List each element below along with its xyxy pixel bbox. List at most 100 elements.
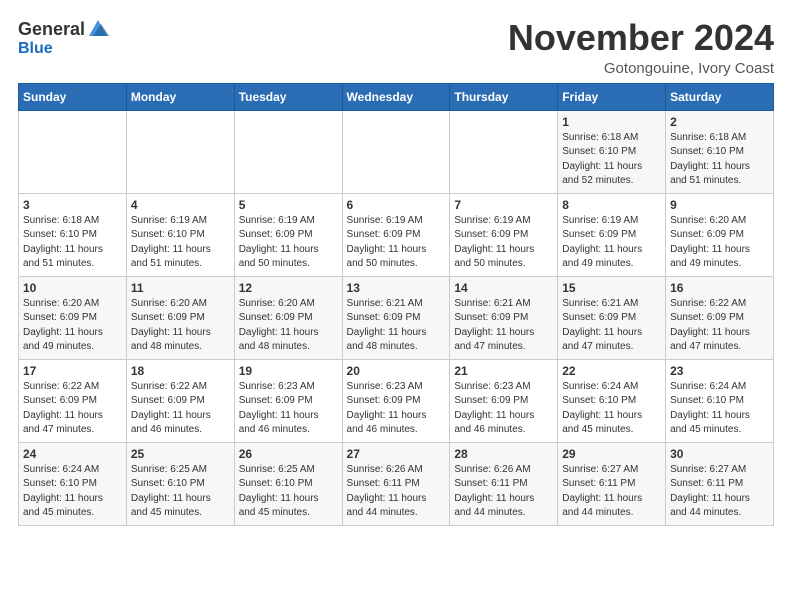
calendar-cell: 19 Sunrise: 6:23 AM Sunset: 6:09 PM Dayli… [234,359,342,442]
calendar-cell [450,110,558,193]
day-number: 28 [454,447,553,461]
logo-blue-text: Blue [18,40,53,57]
logo-general-text: General [18,19,85,40]
calendar-cell: 2 Sunrise: 6:18 AM Sunset: 6:10 PM Daylig… [666,110,774,193]
weekday-header: Friday [558,83,666,110]
day-number: 29 [562,447,661,461]
calendar-cell: 14 Sunrise: 6:21 AM Sunset: 6:09 PM Dayli… [450,276,558,359]
day-number: 25 [131,447,230,461]
day-number: 2 [670,115,769,129]
day-info: Sunrise: 6:24 AM Sunset: 6:10 PM Dayligh… [670,380,769,438]
calendar-cell: 8 Sunrise: 6:19 AM Sunset: 6:09 PM Daylig… [558,193,666,276]
calendar-cell [126,110,234,193]
calendar-cell: 10Sunrise: 6:20 AM Sunset: 6:09 PM Dayli… [19,276,127,359]
day-number: 16 [670,281,769,295]
day-number: 22 [562,364,661,378]
calendar-page: General Blue November 2024 Gotongouine, … [0,0,792,536]
calendar-cell: 20 Sunrise: 6:23 AM Sunset: 6:09 PM Dayli… [342,359,450,442]
weekday-header: Saturday [666,83,774,110]
calendar-cell: 25Sunrise: 6:25 AM Sunset: 6:10 PM Dayli… [126,442,234,525]
day-number: 5 [239,198,338,212]
day-info: Sunrise: 6:20 AM Sunset: 6:09 PM Dayligh… [239,297,338,355]
day-number: 27 [347,447,446,461]
day-number: 15 [562,281,661,295]
day-info: Sunrise: 6:18 AM Sunset: 6:10 PM Dayligh… [562,131,661,189]
day-info: Sunrise: 6:23 AM Sunset: 6:09 PM Dayligh… [454,380,553,438]
day-info: Sunrise: 6:21 AM Sunset: 6:09 PM Dayligh… [347,297,446,355]
day-number: 6 [347,198,446,212]
day-number: 14 [454,281,553,295]
calendar-cell: 23 Sunrise: 6:24 AM Sunset: 6:10 PM Dayli… [666,359,774,442]
calendar-cell: 27 Sunrise: 6:26 AM Sunset: 6:11 PM Dayli… [342,442,450,525]
day-info: Sunrise: 6:26 AM Sunset: 6:11 PM Dayligh… [454,463,553,521]
calendar-cell: 1 Sunrise: 6:18 AM Sunset: 6:10 PM Daylig… [558,110,666,193]
header: General Blue November 2024 Gotongouine, … [18,18,774,77]
day-number: 9 [670,198,769,212]
calendar-cell: 21Sunrise: 6:23 AM Sunset: 6:09 PM Dayli… [450,359,558,442]
calendar-cell: 29 Sunrise: 6:27 AM Sunset: 6:11 PM Dayli… [558,442,666,525]
day-number: 23 [670,364,769,378]
calendar-cell: 5Sunrise: 6:19 AM Sunset: 6:09 PM Daylig… [234,193,342,276]
day-number: 3 [23,198,122,212]
day-info: Sunrise: 6:23 AM Sunset: 6:09 PM Dayligh… [239,380,338,438]
day-info: Sunrise: 6:27 AM Sunset: 6:11 PM Dayligh… [562,463,661,521]
day-number: 7 [454,198,553,212]
day-number: 13 [347,281,446,295]
day-info: Sunrise: 6:27 AM Sunset: 6:11 PM Dayligh… [670,463,769,521]
calendar-cell: 16Sunrise: 6:22 AM Sunset: 6:09 PM Dayli… [666,276,774,359]
calendar-table: SundayMondayTuesdayWednesdayThursdayFrid… [18,83,774,526]
day-info: Sunrise: 6:21 AM Sunset: 6:09 PM Dayligh… [454,297,553,355]
day-info: Sunrise: 6:20 AM Sunset: 6:09 PM Dayligh… [131,297,230,355]
day-number: 11 [131,281,230,295]
month-title: November 2024 [508,18,774,58]
calendar-cell: 3Sunrise: 6:18 AM Sunset: 6:10 PM Daylig… [19,193,127,276]
day-number: 30 [670,447,769,461]
day-info: Sunrise: 6:23 AM Sunset: 6:09 PM Dayligh… [347,380,446,438]
day-info: Sunrise: 6:19 AM Sunset: 6:10 PM Dayligh… [131,214,230,272]
day-info: Sunrise: 6:24 AM Sunset: 6:10 PM Dayligh… [562,380,661,438]
calendar-header: SundayMondayTuesdayWednesdayThursdayFrid… [19,83,774,110]
weekday-header: Monday [126,83,234,110]
day-number: 24 [23,447,122,461]
calendar-cell: 28 Sunrise: 6:26 AM Sunset: 6:11 PM Dayli… [450,442,558,525]
calendar-cell: 4 Sunrise: 6:19 AM Sunset: 6:10 PM Daylig… [126,193,234,276]
calendar-cell: 17Sunrise: 6:22 AM Sunset: 6:09 PM Dayli… [19,359,127,442]
day-number: 12 [239,281,338,295]
day-number: 4 [131,198,230,212]
calendar-cell: 7Sunrise: 6:19 AM Sunset: 6:09 PM Daylig… [450,193,558,276]
calendar-cell: 13 Sunrise: 6:21 AM Sunset: 6:09 PM Dayli… [342,276,450,359]
calendar-cell: 18 Sunrise: 6:22 AM Sunset: 6:09 PM Dayli… [126,359,234,442]
calendar-cell: 9 Sunrise: 6:20 AM Sunset: 6:09 PM Daylig… [666,193,774,276]
day-number: 8 [562,198,661,212]
calendar-cell: 11 Sunrise: 6:20 AM Sunset: 6:09 PM Dayli… [126,276,234,359]
day-info: Sunrise: 6:22 AM Sunset: 6:09 PM Dayligh… [23,380,122,438]
calendar-cell: 6Sunrise: 6:19 AM Sunset: 6:09 PM Daylig… [342,193,450,276]
location: Gotongouine, Ivory Coast [508,60,774,77]
day-number: 1 [562,115,661,129]
day-info: Sunrise: 6:25 AM Sunset: 6:10 PM Dayligh… [239,463,338,521]
title-block: November 2024 Gotongouine, Ivory Coast [508,18,774,77]
calendar-cell [234,110,342,193]
calendar-cell: 30 Sunrise: 6:27 AM Sunset: 6:11 PM Dayli… [666,442,774,525]
day-number: 20 [347,364,446,378]
calendar-week-row: 10Sunrise: 6:20 AM Sunset: 6:09 PM Dayli… [19,276,774,359]
weekday-header: Tuesday [234,83,342,110]
day-info: Sunrise: 6:24 AM Sunset: 6:10 PM Dayligh… [23,463,122,521]
day-info: Sunrise: 6:22 AM Sunset: 6:09 PM Dayligh… [131,380,230,438]
day-info: Sunrise: 6:19 AM Sunset: 6:09 PM Dayligh… [562,214,661,272]
logo: General Blue [18,18,109,58]
calendar-week-row: 1 Sunrise: 6:18 AM Sunset: 6:10 PM Daylig… [19,110,774,193]
calendar-cell: 26 Sunrise: 6:25 AM Sunset: 6:10 PM Dayli… [234,442,342,525]
calendar-cell: 22 Sunrise: 6:24 AM Sunset: 6:10 PM Dayli… [558,359,666,442]
day-info: Sunrise: 6:18 AM Sunset: 6:10 PM Dayligh… [670,131,769,189]
calendar-cell [342,110,450,193]
day-number: 19 [239,364,338,378]
day-info: Sunrise: 6:20 AM Sunset: 6:09 PM Dayligh… [670,214,769,272]
calendar-cell: 15Sunrise: 6:21 AM Sunset: 6:09 PM Dayli… [558,276,666,359]
calendar-body: 1 Sunrise: 6:18 AM Sunset: 6:10 PM Daylig… [19,110,774,525]
calendar-week-row: 3Sunrise: 6:18 AM Sunset: 6:10 PM Daylig… [19,193,774,276]
day-number: 18 [131,364,230,378]
weekday-row: SundayMondayTuesdayWednesdayThursdayFrid… [19,83,774,110]
day-info: Sunrise: 6:26 AM Sunset: 6:11 PM Dayligh… [347,463,446,521]
day-number: 26 [239,447,338,461]
